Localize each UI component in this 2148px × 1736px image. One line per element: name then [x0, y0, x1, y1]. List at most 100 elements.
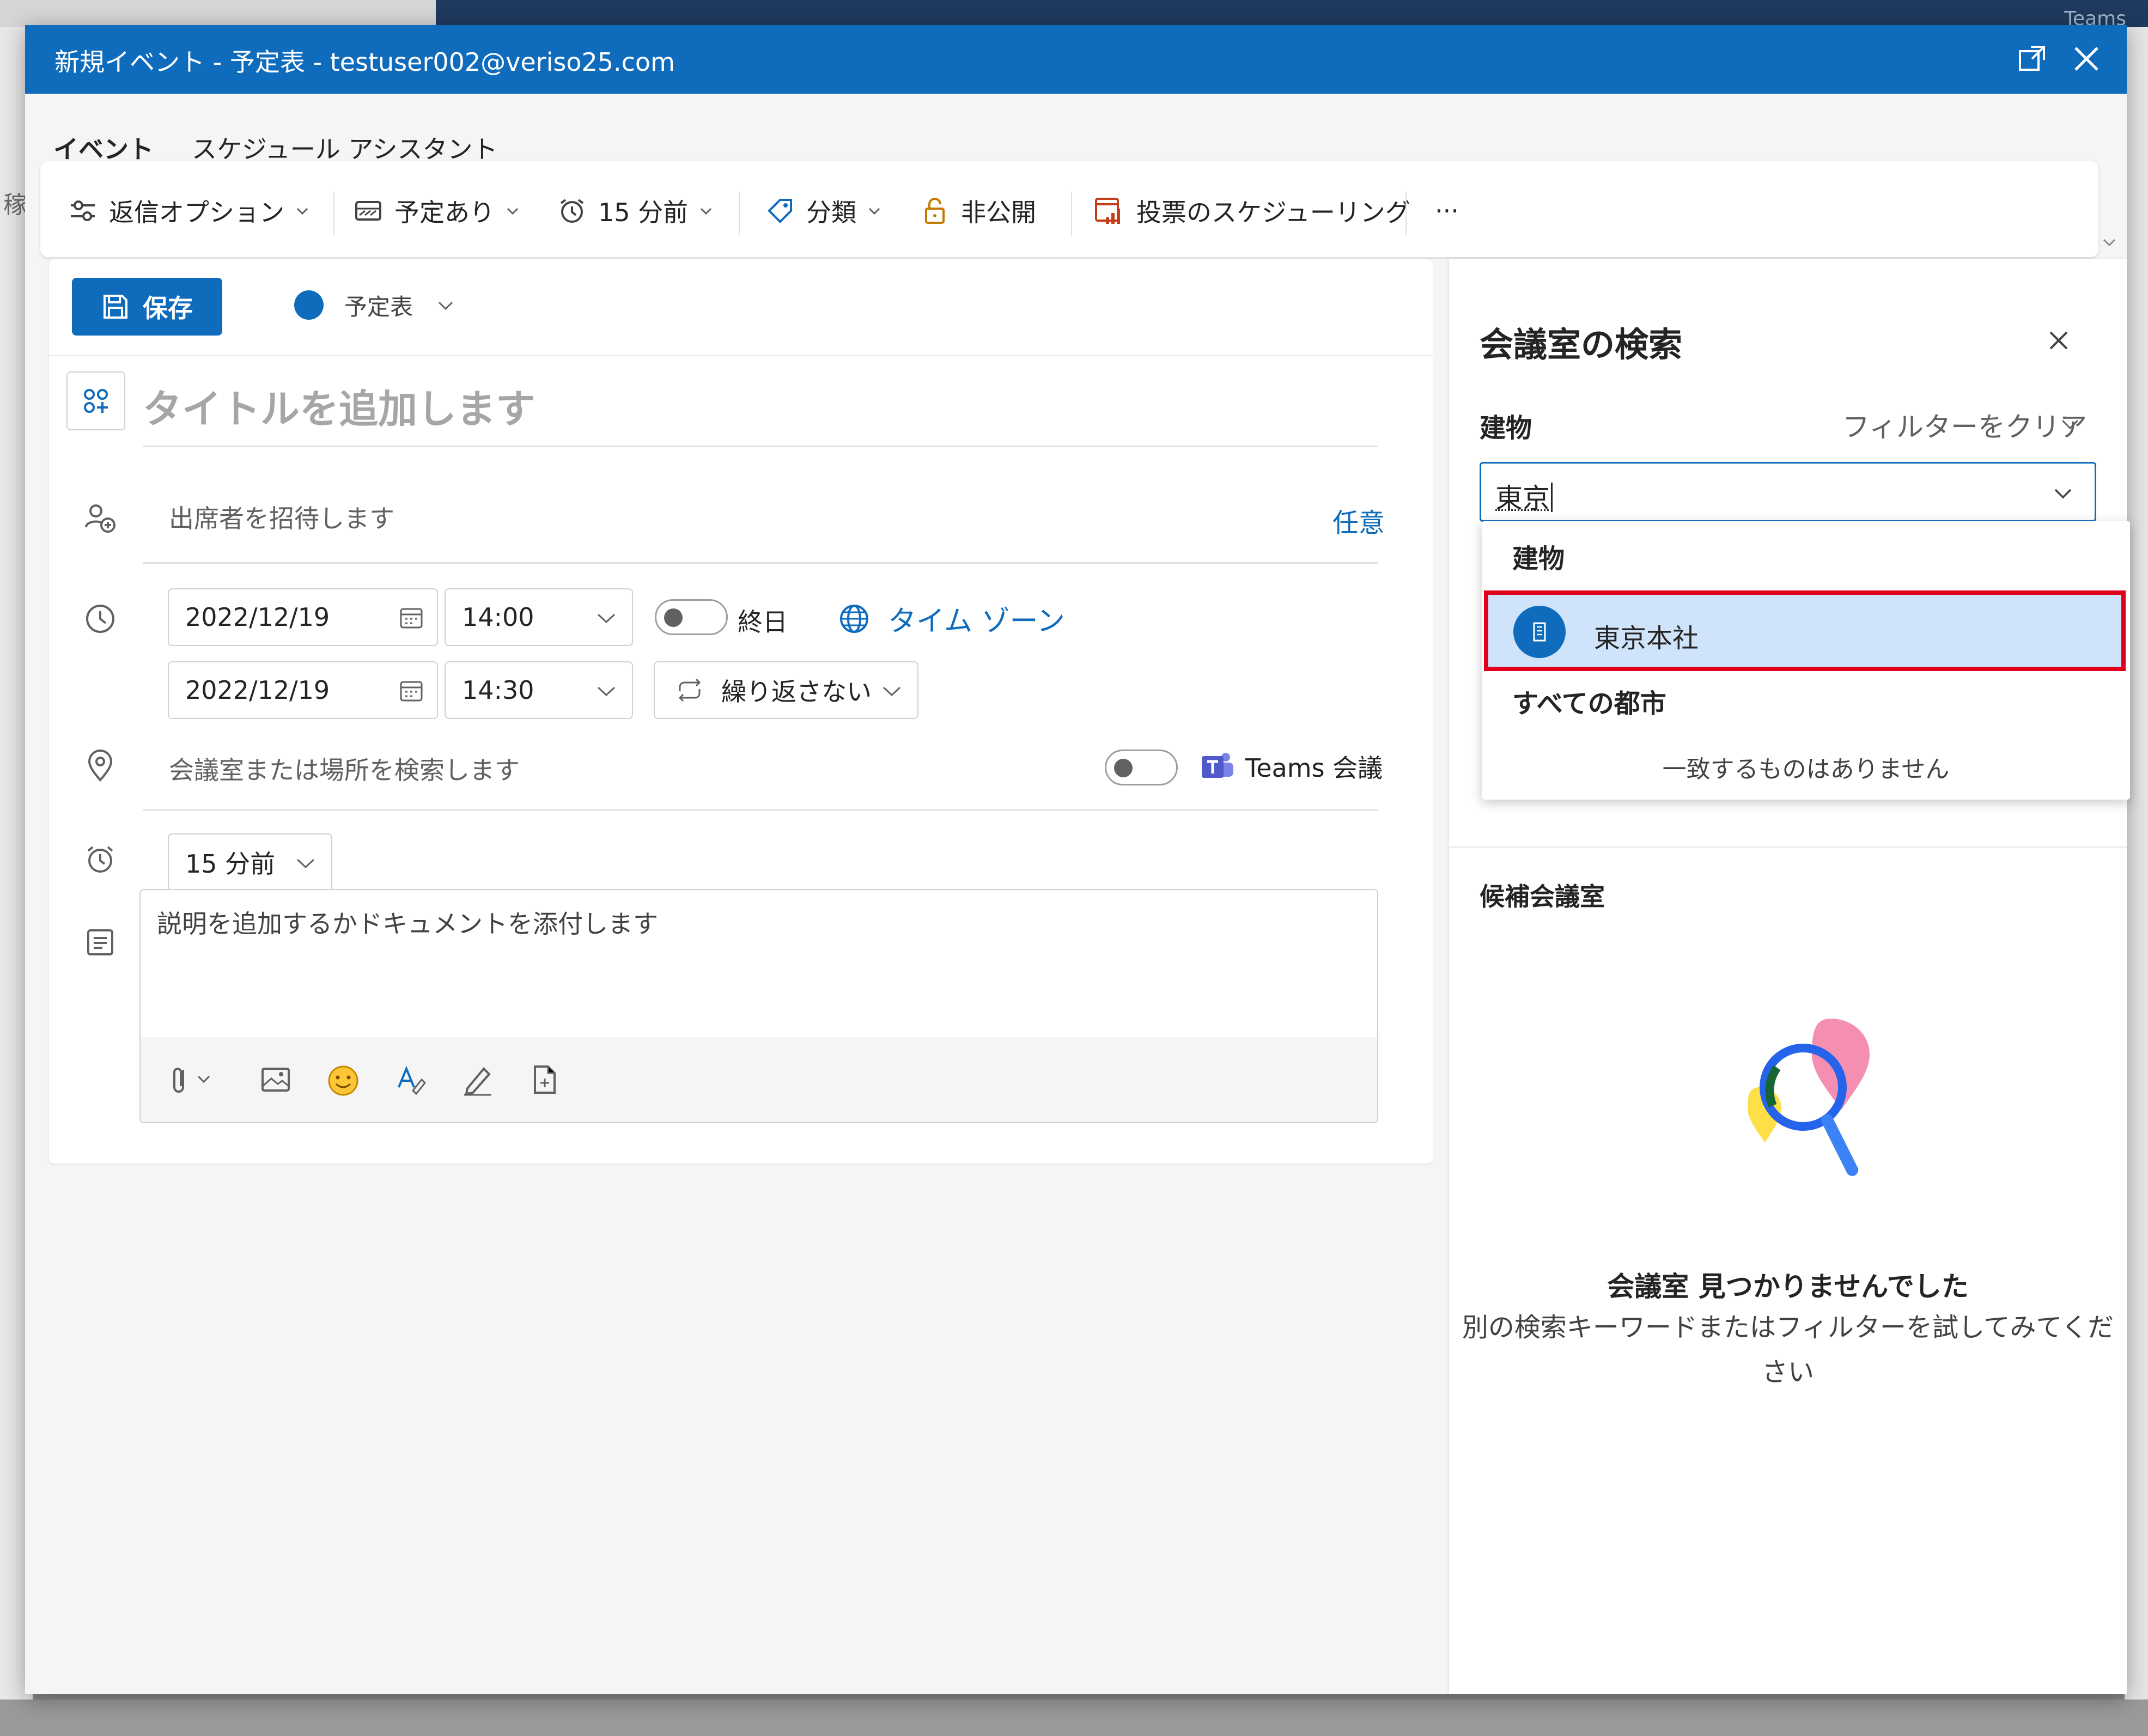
no-rooms-description: 別の検索キーワードまたはフィルターを試してみてくだ さい [1455, 1305, 2121, 1394]
response-options-label: 返信オプション [109, 198, 284, 227]
close-icon[interactable] [2071, 44, 2102, 74]
private-label: 非公開 [961, 198, 1036, 227]
formatting-toolbar [141, 1037, 1377, 1122]
title-input[interactable]: タイトルを追加します [143, 377, 1378, 435]
background-right-strip [2125, 27, 2148, 1736]
dropdown-cities-header: すべての都市 [1512, 689, 1666, 719]
toggle-knob [664, 608, 683, 627]
end-time-value: 14:30 [462, 675, 534, 705]
globe-icon [840, 605, 868, 633]
panel-separator [1449, 846, 2127, 848]
image-icon[interactable] [259, 1063, 292, 1096]
more-options-label: ··· [1435, 196, 1459, 226]
background-left-char: 稼 [3, 191, 27, 219]
all-day-label: 終日 [738, 607, 788, 637]
repeat-dropdown[interactable]: 繰り返さない [654, 661, 918, 719]
no-results-illustration [1748, 1019, 1870, 1176]
building-label: 建物 [1480, 413, 1532, 443]
clock-icon [86, 605, 114, 633]
building-icon [1513, 606, 1566, 658]
location-input[interactable]: 会議室または場所を検索します [169, 751, 520, 787]
alarm-clock-icon [560, 199, 584, 223]
notes-icon [87, 929, 113, 955]
calendar-icon[interactable] [398, 678, 425, 705]
private-button[interactable]: 非公開 [920, 192, 1036, 230]
repeat-icon [678, 678, 701, 702]
calendar-icon[interactable] [398, 605, 425, 632]
add-people-icon [85, 504, 115, 533]
pop-out-icon[interactable] [2017, 44, 2047, 74]
candidate-rooms-label: 候補会議室 [1480, 882, 1605, 911]
all-day-toggle[interactable] [655, 599, 728, 635]
time-zone-link[interactable]: タイム ゾーン [888, 598, 1065, 639]
sliders-icon [71, 200, 95, 221]
reminder-dropdown[interactable]: 15 分前 [168, 833, 332, 891]
form-header-divider [49, 355, 1433, 356]
no-rooms-title: 会議室 見つかりませんでした [1607, 1271, 1969, 1302]
busy-status-icon [355, 201, 381, 221]
chevron-down-icon[interactable] [2051, 481, 2075, 505]
show-as-button[interactable]: 予定あり [353, 192, 521, 230]
end-date-field[interactable]: 2022/12/19 [168, 661, 438, 719]
teams-icon [1202, 753, 1233, 778]
toolbar-separator [739, 192, 740, 235]
attach-icon[interactable] [170, 1063, 219, 1096]
format-text-icon[interactable] [394, 1063, 427, 1096]
show-as-label: 予定あり [394, 198, 495, 227]
toolbar-separator [1405, 192, 1407, 235]
chevron-down-icon [701, 208, 712, 215]
chevron-down-icon [296, 208, 308, 215]
reminder-label: 15 分前 [598, 198, 689, 227]
toolbar-separator [333, 192, 334, 235]
signature-pen-icon[interactable] [461, 1063, 494, 1096]
attendees-input[interactable]: 出席者を招待します [169, 499, 394, 535]
close-icon[interactable] [2045, 327, 2072, 354]
start-time-value: 14:00 [462, 602, 534, 632]
title-underline [143, 446, 1378, 447]
reminder-button[interactable]: 15 分前 [557, 192, 714, 230]
teams-meeting-label: Teams 会議 [1245, 753, 1383, 783]
description-editor[interactable]: 説明を追加するかドキュメントを添付します [139, 889, 1378, 1123]
start-date-value: 2022/12/19 [185, 602, 330, 632]
end-time-field[interactable]: 14:30 [445, 661, 633, 719]
save-button[interactable]: 保存 [72, 278, 222, 336]
clear-filter-link[interactable]: フィルターをクリア [1842, 405, 2087, 444]
calendar-color-dot [294, 290, 324, 320]
reminder-value: 15 分前 [185, 849, 276, 879]
dropdown-item-tokyo-hq[interactable]: 東京本社 [1484, 590, 2126, 671]
response-options-button[interactable]: 返信オプション [68, 192, 311, 230]
chevron-down-icon [507, 208, 519, 215]
ribbon-toolbar: 返信オプション 予定あり 15 分前 分類 非公開 投票のスケジューリング ··… [40, 161, 2098, 257]
tab-schedule-assistant[interactable]: スケジュール アシスタント [192, 130, 498, 166]
scheduling-poll-button[interactable]: 投票のスケジューリング [1093, 192, 1410, 230]
chevron-down-icon[interactable] [2059, 413, 2081, 435]
save-label: 保存 [143, 294, 193, 323]
chevron-down-icon [438, 301, 453, 310]
description-placeholder: 説明を追加するかドキュメントを添付します [157, 909, 658, 939]
chevron-down-icon [296, 858, 315, 869]
calendar-selector[interactable]: 予定表 [294, 283, 457, 327]
category-button[interactable]: 分類 [765, 192, 883, 230]
building-combobox[interactable]: 東京 [1480, 462, 2096, 522]
lock-icon [925, 198, 945, 224]
title-bar: 新規イベント - 予定表 - testuser002@veriso25.com [25, 25, 2127, 94]
room-finder-panel: 会議室の検索 建物 フィルターをクリア 東京 候補会議室 会議室 見つかりません… [1449, 259, 2127, 1694]
title-icon-button[interactable] [66, 371, 125, 430]
building-dropdown-list: 建物 東京本社 すべての都市 一致するものはありません [1482, 521, 2130, 800]
end-date-value: 2022/12/19 [185, 675, 330, 705]
window-title: 新規イベント - 予定表 - testuser002@veriso25.com [54, 47, 675, 77]
chevron-down-icon [597, 613, 616, 624]
chevron-down-icon [597, 686, 616, 697]
tab-event[interactable]: イベント [53, 130, 154, 166]
emoji-icon[interactable] [326, 1063, 361, 1098]
toolbar-separator [1071, 192, 1072, 235]
teams-meeting-toggle[interactable] [1105, 750, 1178, 785]
start-time-field[interactable]: 14:00 [445, 588, 633, 646]
optional-attendees-link[interactable]: 任意 [1332, 501, 1385, 539]
toolbar-expand-chevron-icon[interactable] [2100, 232, 2119, 252]
start-date-field[interactable]: 2022/12/19 [168, 588, 438, 646]
more-options-button[interactable]: ··· [1435, 192, 1459, 230]
insert-file-icon[interactable] [528, 1063, 561, 1096]
poll-calendar-icon [1095, 198, 1120, 224]
dropdown-buildings-header: 建物 [1512, 544, 1565, 574]
